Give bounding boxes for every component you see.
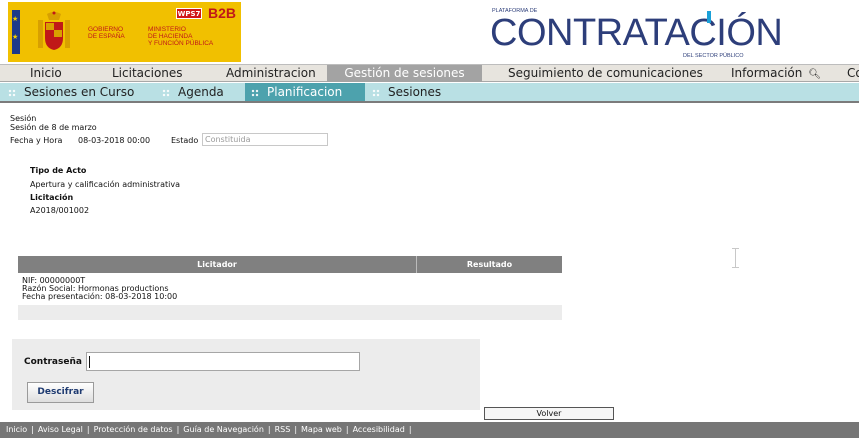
sub-nav: Sesiones en Curso Agenda Planificacion S… bbox=[0, 83, 859, 101]
column-resultado[interactable]: Resultado bbox=[417, 256, 562, 273]
session-title: Sesión bbox=[10, 114, 37, 123]
subnav-sesiones-en-curso[interactable]: Sesiones en Curso bbox=[8, 83, 134, 101]
header: GOBIERNO DE ESPAÑA MINISTERIO DE HACIEND… bbox=[0, 0, 859, 64]
nav-seguimiento-comunicaciones[interactable]: Seguimiento de comunicaciones bbox=[508, 65, 703, 82]
descifrar-button[interactable]: Descifrar bbox=[27, 382, 94, 403]
footer-link-rss[interactable]: RSS bbox=[275, 425, 291, 434]
volver-button[interactable]: Volver bbox=[484, 407, 614, 420]
b2b-label: B2B bbox=[208, 5, 237, 21]
footer-separator: | bbox=[176, 425, 180, 434]
footer: Inicio | Aviso Legal | Protección de datos | G… bbox=[0, 422, 859, 438]
password-panel: Contraseña Descifrar bbox=[12, 339, 480, 410]
footer-separator: | bbox=[408, 425, 412, 434]
footer-link-guia-navegacion[interactable]: Guía de Navegación bbox=[183, 425, 264, 434]
column-licitador[interactable]: Licitador bbox=[18, 256, 416, 273]
fecha-label: Fecha y Hora bbox=[10, 136, 63, 145]
nav-co[interactable]: Co bbox=[847, 65, 859, 82]
text-caret bbox=[89, 356, 90, 368]
fecha-value: 08-03-2018 00:00 bbox=[78, 136, 151, 145]
gobierno-label: GOBIERNO DE ESPAÑA bbox=[88, 26, 125, 40]
footer-link-aviso-legal[interactable]: Aviso Legal bbox=[38, 425, 83, 434]
grid-dots-icon bbox=[251, 89, 259, 97]
search-icon[interactable]: 🔍︎ bbox=[808, 69, 821, 80]
grid-dots-icon bbox=[372, 89, 380, 97]
licitador-fecha-presentacion: Fecha presentación: 08-03-2018 10:00 bbox=[22, 292, 178, 301]
footer-separator: | bbox=[31, 425, 34, 434]
government-banner: GOBIERNO DE ESPAÑA MINISTERIO DE HACIEND… bbox=[8, 2, 241, 62]
nav-inicio[interactable]: Inicio bbox=[30, 65, 62, 82]
nav-gestion-sesiones[interactable]: Gestión de sesiones bbox=[327, 65, 482, 82]
subnav-agenda[interactable]: Agenda bbox=[162, 83, 224, 101]
separator-bar bbox=[0, 101, 859, 103]
footer-link-mapa-web[interactable]: Mapa web bbox=[301, 425, 342, 434]
table-row bbox=[18, 305, 562, 320]
coat-of-arms-icon bbox=[38, 11, 70, 50]
footer-separator: | bbox=[86, 425, 90, 434]
subnav-sesiones[interactable]: Sesiones bbox=[372, 83, 441, 101]
session-name: Sesión de 8 de marzo bbox=[10, 123, 97, 132]
nav-informacion-label: Información bbox=[731, 66, 803, 80]
table-row[interactable]: NIF: 00000000T Razón Social: Hormonas pr… bbox=[18, 273, 562, 305]
nav-administracion[interactable]: Administracion bbox=[226, 65, 316, 82]
footer-separator: | bbox=[267, 425, 271, 434]
contrasena-label: Contraseña bbox=[24, 357, 82, 367]
main-nav: Inicio Licitaciones Administracion Gesti… bbox=[0, 64, 859, 82]
estado-label: Estado bbox=[171, 136, 199, 145]
ministerio-label: MINISTERIO DE HACIENDA Y FUNCIÓN PÚBLICA bbox=[148, 26, 214, 47]
grid-dots-icon bbox=[8, 89, 16, 97]
sector-publico-label: DEL SECTOR PÚBLICO bbox=[683, 53, 744, 59]
nav-licitaciones[interactable]: Licitaciones bbox=[112, 65, 183, 82]
tipo-acto-value: Apertura y calificación administrativa bbox=[30, 180, 180, 189]
licitacion-value: A2018/001002 bbox=[30, 206, 90, 215]
eu-flag-icon bbox=[12, 10, 20, 54]
wps-badge: WPS7 bbox=[176, 8, 202, 19]
footer-link-inicio[interactable]: Inicio bbox=[6, 425, 27, 434]
tipo-acto-label: Tipo de Acto bbox=[30, 166, 87, 175]
licitadores-table-header: Licitador Resultado bbox=[18, 256, 562, 273]
estado-field: Constituida bbox=[202, 133, 328, 146]
licitacion-label: Licitación bbox=[30, 193, 74, 202]
mouse-cursor-ibeam-icon bbox=[732, 248, 739, 268]
footer-links: Inicio | Aviso Legal | Protección de datos | G… bbox=[6, 422, 416, 438]
nav-informacion[interactable]: Información 🔍︎ bbox=[731, 65, 821, 82]
b2b-logo: WPS7 B2B bbox=[176, 5, 246, 22]
footer-link-accesibilidad[interactable]: Accesibilidad bbox=[353, 425, 405, 434]
subnav-planificacion[interactable]: Planificacion bbox=[245, 83, 365, 101]
password-input[interactable] bbox=[86, 352, 360, 371]
grid-dots-icon bbox=[162, 89, 170, 97]
footer-separator: | bbox=[294, 425, 298, 434]
contratacion-logo: CONTRATACIÓN bbox=[490, 12, 783, 54]
power-icon bbox=[707, 11, 711, 23]
footer-link-proteccion-datos[interactable]: Protección de datos bbox=[94, 425, 173, 434]
footer-separator: | bbox=[345, 425, 349, 434]
